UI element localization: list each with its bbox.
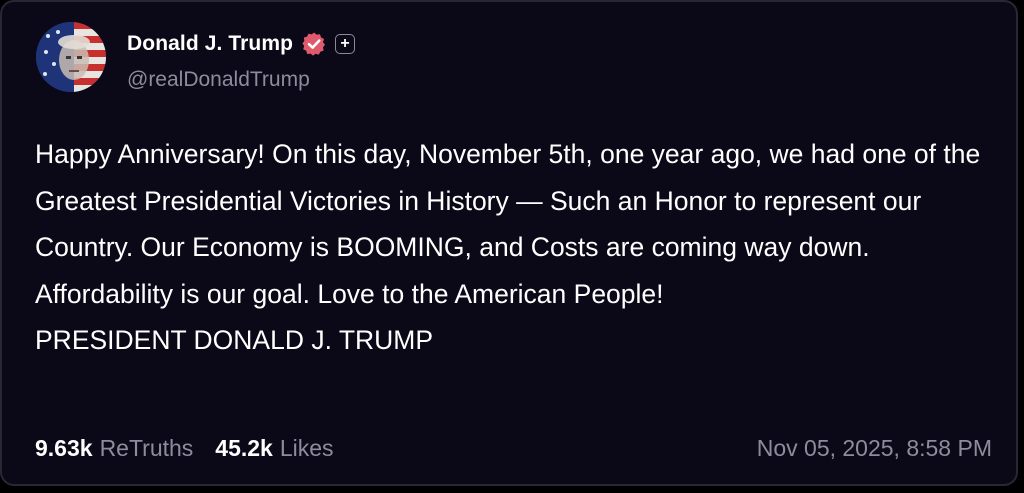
retruths-stat[interactable]: 9.63k ReTruths bbox=[35, 435, 193, 462]
avatar-image bbox=[36, 22, 106, 92]
post-timestamp[interactable]: Nov 05, 2025, 8:58 PM bbox=[757, 435, 992, 462]
likes-label: Likes bbox=[279, 434, 334, 461]
author-handle[interactable]: @realDonaldTrump bbox=[127, 68, 310, 92]
plus-icon[interactable]: + bbox=[335, 34, 356, 54]
post-paragraph: Happy Anniversary! On this day, November… bbox=[35, 139, 988, 309]
verified-badge-icon bbox=[301, 31, 327, 57]
author-avatar[interactable] bbox=[36, 22, 106, 92]
post-card: Donald J. Trump + @realDonaldTrump Happy… bbox=[0, 0, 1018, 486]
likes-count: 45.2k bbox=[215, 434, 273, 461]
post-signature: PRESIDENT DONALD J. TRUMP bbox=[35, 325, 434, 355]
likes-stat[interactable]: 45.2k Likes bbox=[215, 435, 333, 462]
retruths-label: ReTruths bbox=[99, 434, 194, 461]
author-name-row: Donald J. Trump + bbox=[127, 29, 356, 59]
post-body: Happy Anniversary! On this day, November… bbox=[35, 131, 1005, 364]
post-footer: 9.63k ReTruths 45.2k Likes Nov 05, 2025,… bbox=[35, 430, 992, 466]
retruths-count: 9.63k bbox=[35, 434, 93, 461]
author-display-name[interactable]: Donald J. Trump bbox=[127, 32, 293, 56]
